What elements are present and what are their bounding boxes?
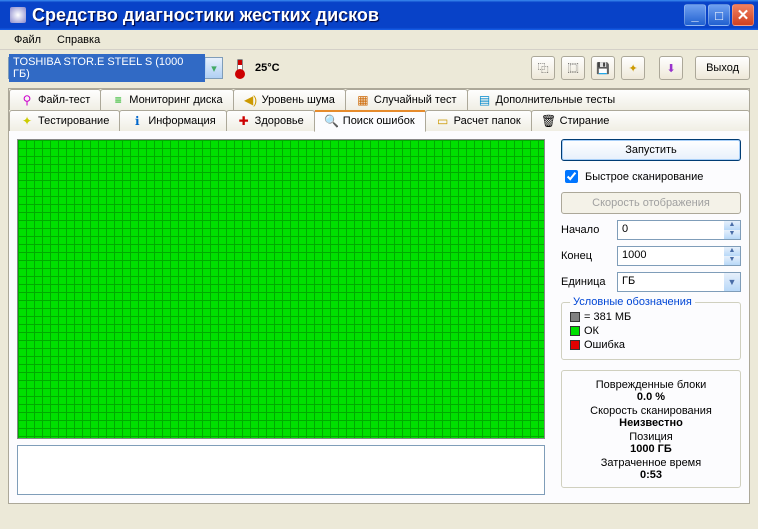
update-button[interactable]: ⬇ (659, 56, 683, 80)
tab-file-test[interactable]: ⚲Файл-тест (9, 89, 101, 110)
floppy-icon: 💾 (596, 62, 610, 75)
drive-select-value: TOSHIBA STOR.E STEEL S (1000 ГБ) (9, 54, 205, 82)
spin-up-icon[interactable]: ▲ (724, 247, 740, 256)
log-box[interactable] (17, 445, 545, 495)
download-icon: ⬇ (666, 62, 675, 75)
app-icon (10, 7, 26, 23)
spin-up-icon[interactable]: ▲ (724, 221, 740, 230)
tab-monitoring[interactable]: ≡Мониторинг диска (100, 89, 233, 110)
spin-down-icon[interactable]: ▼ (724, 230, 740, 239)
side-panel: Запустить Быстрое сканирование Скорость … (561, 139, 741, 495)
folder-icon: ▭ (436, 114, 450, 128)
trash-icon: 🗑 (542, 114, 556, 128)
chevron-down-icon: ▾ (205, 58, 222, 78)
speaker-icon: ◀) (244, 93, 258, 107)
start-spinner[interactable]: 0 ▲▼ (617, 220, 741, 240)
tab-row-top: ⚲Файл-тест ≡Мониторинг диска ◀)Уровень ш… (9, 89, 749, 110)
toolbar: TOSHIBA STOR.E STEEL S (1000 ГБ) ▾ 25°C … (0, 50, 758, 86)
settings-button[interactable]: ✦ (621, 56, 645, 80)
gear-icon: ✦ (628, 62, 637, 75)
maximize-button[interactable]: □ (708, 4, 730, 26)
spin-down-icon[interactable]: ▼ (724, 256, 740, 265)
window-title: Средство диагностики жестких дисков (32, 5, 682, 26)
end-spinner[interactable]: 1000 ▲▼ (617, 246, 741, 266)
display-rate-button: Скорость отображения (561, 192, 741, 214)
tab-row-bottom: ✦Тестирование ℹИнформация ✚Здоровье 🔍Пои… (9, 110, 749, 131)
exit-button[interactable]: Выход (695, 56, 750, 80)
minimize-button[interactable]: _ (684, 4, 706, 26)
unit-label: Единица (561, 276, 613, 288)
tab-error-scan[interactable]: 🔍Поиск ошибок (314, 110, 426, 132)
start-label: Начало (561, 224, 613, 236)
random-icon: ▦ (356, 93, 370, 107)
snapshot-icon: ⿴ (568, 60, 579, 76)
stats-group: Поврежденные блоки 0.0 % Скорость сканир… (561, 370, 741, 488)
end-label: Конец (561, 250, 613, 262)
file-test-icon: ⚲ (20, 93, 34, 107)
quick-scan-checkbox[interactable]: Быстрое сканирование (561, 167, 741, 186)
info-icon: ℹ (130, 114, 144, 128)
copy-icon: ⿻ (538, 60, 549, 76)
titlebar: Средство диагностики жестких дисков _ □ … (0, 0, 758, 30)
drive-select[interactable]: TOSHIBA STOR.E STEEL S (1000 ГБ) ▾ (8, 57, 223, 79)
bulb-icon: ✦ (20, 114, 34, 128)
screenshot-button[interactable]: ⿴ (561, 56, 585, 80)
scan-grid (17, 139, 545, 439)
tab-info[interactable]: ℹИнформация (119, 110, 226, 131)
close-button[interactable]: ✕ (732, 4, 754, 26)
tab-health[interactable]: ✚Здоровье (226, 110, 315, 131)
tab-testing[interactable]: ✦Тестирование (9, 110, 120, 131)
tab-container: ⚲Файл-тест ≡Мониторинг диска ◀)Уровень ш… (8, 88, 750, 504)
monitoring-icon: ≡ (111, 93, 125, 107)
tab-random[interactable]: ▦Случайный тест (345, 89, 468, 110)
thermometer-icon (237, 59, 243, 77)
menubar: Файл Справка (0, 30, 758, 50)
block-swatch (570, 312, 580, 322)
legend-group: Условные обозначения = 381 МБ ОК Ошибка (561, 302, 741, 360)
error-swatch (570, 340, 580, 350)
health-icon: ✚ (237, 114, 251, 128)
temperature-value: 25°C (255, 62, 280, 74)
save-button[interactable]: 💾 (591, 56, 615, 80)
menu-help[interactable]: Справка (49, 32, 108, 48)
tab-content: Запустить Быстрое сканирование Скорость … (9, 131, 749, 503)
ok-swatch (570, 326, 580, 336)
chevron-down-icon: ▼ (724, 273, 740, 291)
unit-select[interactable]: ГБ ▼ (617, 272, 741, 292)
copy-button[interactable]: ⿻ (531, 56, 555, 80)
menu-file[interactable]: Файл (6, 32, 49, 48)
tab-erase[interactable]: 🗑Стирание (531, 110, 750, 131)
magnifier-icon: 🔍 (325, 114, 339, 128)
quick-scan-input[interactable] (565, 170, 578, 183)
extra-icon: ▤ (478, 93, 492, 107)
tab-noise[interactable]: ◀)Уровень шума (233, 89, 346, 110)
tab-folders[interactable]: ▭Расчет папок (425, 110, 532, 131)
run-button[interactable]: Запустить (561, 139, 741, 161)
tab-extra[interactable]: ▤Дополнительные тесты (467, 89, 751, 110)
